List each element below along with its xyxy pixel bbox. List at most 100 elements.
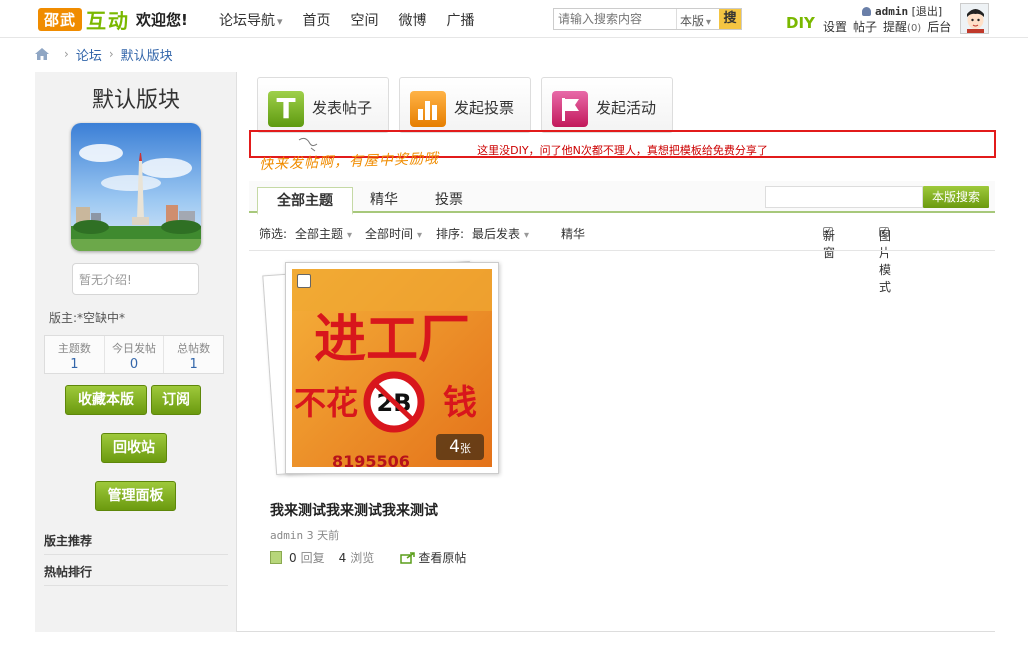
image-mode-label: 图片模式 [879,229,892,294]
remind-link[interactable]: 提醒(0) [883,18,921,35]
user-line: admin [退出] [862,3,942,19]
favorite-board-button[interactable]: 收藏本版 [65,385,147,415]
nav-broadcast[interactable]: 广播 [447,10,475,30]
logo-part1: 邵武 [38,7,83,31]
forum-stats: 主题数 1 今日发帖 0 总帖数 1 [44,335,224,374]
breadcrumb-forum[interactable]: 论坛 [76,45,102,64]
monument-photo [71,123,201,251]
nav-home[interactable]: 首页 [303,10,331,30]
main-nav: 论坛导航 首页 空间 微博 广播 [219,10,495,30]
home-icon[interactable] [35,48,49,60]
new-poll-label: 发起投票 [454,99,515,117]
reply-label: 回复 [300,551,325,565]
image-count-unit: 张 [459,442,471,455]
diy-link[interactable]: DIY [786,14,815,32]
welcome-text: 欢迎您! [136,10,188,29]
stat-value: 1 [70,357,79,372]
subscribe-button[interactable]: 订阅 [151,385,201,415]
breadcrumb-board[interactable]: 默认版块 [121,45,173,64]
image-count: 4 [449,437,460,457]
stat-label: 主题数 [57,342,91,355]
thread-title-link[interactable]: 我来测试我来测试我来测试 [270,500,438,520]
image-count-badge: 4张 [436,434,484,460]
new-activity-label: 发起活动 [596,99,657,117]
new-post-label: 发表帖子 [312,99,373,117]
filter-bar: 筛选: 全部主题 全部时间 排序: 最后发表 精华 ✓新窗 ✓图片模式 [259,223,995,294]
poster-title-text: 进工厂 [314,310,470,370]
user-icon [862,7,871,16]
username-link[interactable]: admin [875,5,908,18]
stat-threads: 主题数 1 [45,336,105,373]
filter-all-time-dropdown[interactable]: 全部时间 [365,225,422,242]
thread-list-area: T 发表帖子 发起投票 发起活动 这里没DIY，问了他N次都不理人，真想把模板给… [249,72,996,632]
tab-digest[interactable]: 精华 [359,187,409,213]
poster-left-text: 不花 [294,384,358,422]
settings-link[interactable]: 设置 [823,18,847,35]
poster-right-text: 钱 [443,383,477,423]
sidebar-links: 版主推荐 热帖排行 [44,524,228,586]
view-label: 浏览 [350,551,375,565]
nav-space[interactable]: 空间 [351,10,379,30]
thread-author-link[interactable]: admin [270,529,303,542]
search-button[interactable]: 搜 [719,9,741,29]
new-window-label: 新窗 [823,229,836,260]
moderator-text: 版主:*空缺中* [49,311,126,325]
tab-polls[interactable]: 投票 [421,187,477,213]
nav-weibo[interactable]: 微博 [399,10,427,30]
thread-stats: 0 回复 4 浏览 查看原帖 [270,549,466,566]
tab-all-threads[interactable]: 全部主题 [257,187,353,215]
stat-posts: 总帖数 1 [164,336,223,373]
avatar[interactable] [960,3,989,34]
sidebar-item-hot-threads[interactable]: 热帖排行 [44,555,228,586]
posts-link[interactable]: 帖子 [853,18,877,35]
poster-phone-text: 8195506 [332,452,410,467]
replies-doc-icon [270,551,282,564]
breadcrumb: › 论坛 › 默认版块 [35,43,173,65]
external-link-icon [400,551,416,564]
search-scope-select[interactable]: 本版 [676,9,719,29]
board-search-input[interactable] [765,186,923,208]
site-logo[interactable]: 邵武 互动 欢迎您! [38,6,188,33]
stat-label: 今日发帖 [112,342,156,355]
user-links: 设置 帖子 提醒(0) 后台 [823,18,951,35]
thread-card[interactable]: 进工厂 不花 2B 钱 8195506 4张 [262,260,499,482]
remind-label: 提醒 [883,20,908,34]
new-poll-button[interactable]: 发起投票 [399,77,531,133]
board-search-button[interactable]: 本版搜索 [923,186,989,208]
remind-count: (0) [907,23,922,34]
filter-all-threads-dropdown[interactable]: 全部主题 [295,225,352,242]
recycle-bin-button[interactable]: 回收站 [101,433,167,463]
activity-flag-icon [552,91,588,127]
thread-select-checkbox[interactable] [297,274,311,288]
poll-chart-icon [410,91,446,127]
logo-part2: 互动 [86,8,131,33]
admin-link[interactable]: 后台 [927,18,951,35]
view-original-link[interactable]: 查看原帖 [418,549,466,566]
new-post-button[interactable]: T 发表帖子 [257,77,389,133]
sidebar-item-moderator-picks[interactable]: 版主推荐 [44,524,228,555]
forum-icon-image [71,123,201,251]
avatar-face-icon [961,4,988,33]
logout-link[interactable]: [退出] [912,5,943,18]
sort-dropdown[interactable]: 最后发表 [472,225,529,242]
thread-tabs: 全部主题 精华 投票 本版搜索 [249,181,995,215]
main-frame: 默认版块 暂无介绍! 版主:*空缺中* 主题数 1 今日发帖 0 总帖数 1 收… [35,72,996,632]
new-activity-button[interactable]: 发起活动 [541,77,673,133]
thread-cover-photo[interactable]: 进工厂 不花 2B 钱 8195506 4张 [285,262,499,474]
thread-meta: admin 3 天前 [270,527,339,543]
forum-name: 默认版块 [91,88,180,113]
filter-digest-link[interactable]: 精华 [561,225,585,242]
top-bar: 邵武 互动 欢迎您! 论坛导航 首页 空间 微博 广播 本版 搜 DIY adm… [0,0,1028,38]
stat-today: 今日发帖 0 [105,336,165,373]
stat-value: 0 [129,357,139,372]
user-box: DIY admin [退出] 设置 帖子 提醒(0) 后台 [786,3,1022,35]
thread-time: 3 天前 [306,529,340,542]
post-t-icon: T [268,91,304,127]
nav-forum-guide[interactable]: 论坛导航 [219,10,283,30]
stat-value: 1 [189,357,198,372]
breadcrumb-separator: › [64,47,69,61]
forum-intro: 暂无介绍! [72,263,199,295]
stat-label: 总帖数 [177,342,211,355]
search-input[interactable] [554,9,676,29]
manage-panel-button[interactable]: 管理面板 [95,481,176,511]
